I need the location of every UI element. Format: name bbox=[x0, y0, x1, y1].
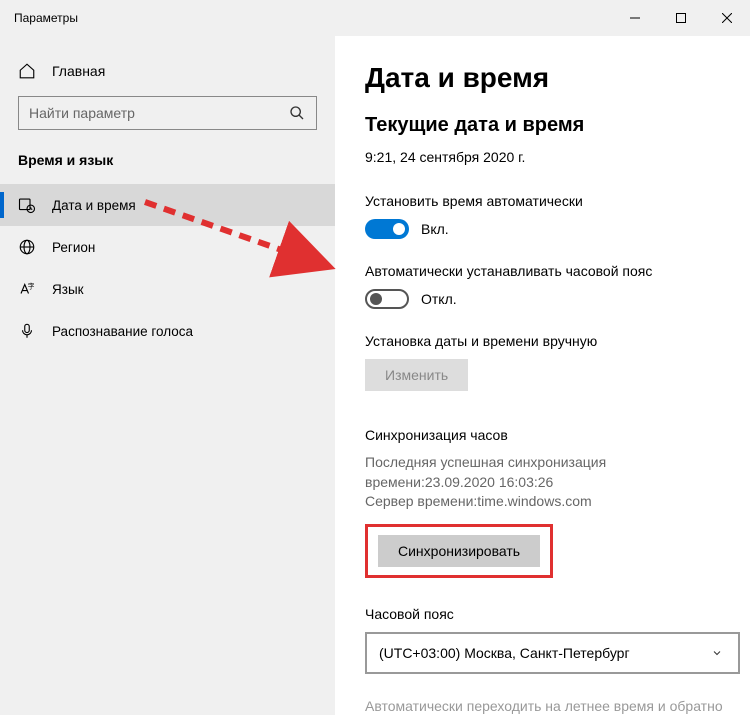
calendar-clock-icon bbox=[18, 196, 36, 214]
svg-text:字: 字 bbox=[28, 281, 35, 290]
sidebar-item-label: Дата и время bbox=[52, 198, 136, 213]
current-datetime-heading: Текущие дата и время bbox=[365, 114, 736, 137]
current-datetime-value: 9:21, 24 сентября 2020 г. bbox=[365, 149, 736, 165]
home-icon bbox=[18, 62, 36, 80]
close-button[interactable] bbox=[704, 0, 750, 36]
sidebar-item-label: Распознавание голоса bbox=[52, 324, 193, 339]
page-title: Дата и время bbox=[365, 62, 736, 94]
sidebar-item-datetime[interactable]: Дата и время bbox=[0, 184, 335, 226]
sidebar-item-language[interactable]: 字 Язык bbox=[0, 268, 335, 310]
sync-heading: Синхронизация часов bbox=[365, 427, 736, 443]
timezone-heading: Часовой пояс bbox=[365, 606, 736, 622]
sidebar-item-speech[interactable]: Распознавание голоса bbox=[0, 310, 335, 352]
microphone-icon bbox=[18, 322, 36, 340]
auto-tz-label: Автоматически устанавливать часовой пояс bbox=[365, 263, 736, 279]
main-content: Дата и время Текущие дата и время 9:21, … bbox=[335, 36, 750, 715]
auto-time-label: Установить время автоматически bbox=[365, 193, 736, 209]
globe-icon bbox=[18, 238, 36, 256]
search-placeholder: Найти параметр bbox=[29, 105, 135, 121]
titlebar: Параметры bbox=[0, 0, 750, 36]
auto-tz-state: Откл. bbox=[421, 291, 457, 307]
chevron-down-icon bbox=[708, 644, 726, 662]
sidebar-item-region[interactable]: Регион bbox=[0, 226, 335, 268]
maximize-button[interactable] bbox=[658, 0, 704, 36]
auto-time-toggle[interactable] bbox=[365, 219, 409, 239]
sidebar: Главная Найти параметр Время и язык Дата… bbox=[0, 36, 335, 715]
minimize-button[interactable] bbox=[612, 0, 658, 36]
search-input[interactable]: Найти параметр bbox=[18, 96, 317, 130]
change-button: Изменить bbox=[365, 359, 468, 391]
window-title: Параметры bbox=[14, 11, 78, 25]
window-controls bbox=[612, 0, 750, 36]
sync-button-highlight: Синхронизировать bbox=[365, 524, 553, 578]
manual-datetime-label: Установка даты и времени вручную bbox=[365, 333, 736, 349]
dst-label: Автоматически переходить на летнее время… bbox=[365, 698, 736, 714]
sidebar-item-label: Регион bbox=[52, 240, 95, 255]
sync-info: Последняя успешная синхронизация времени… bbox=[365, 453, 736, 512]
auto-tz-toggle[interactable] bbox=[365, 289, 409, 309]
home-link[interactable]: Главная bbox=[0, 54, 335, 96]
search-icon bbox=[288, 104, 306, 122]
timezone-select[interactable]: (UTC+03:00) Москва, Санкт-Петербург bbox=[365, 632, 740, 674]
sidebar-section-title: Время и язык bbox=[0, 152, 335, 184]
language-icon: 字 bbox=[18, 280, 36, 298]
sync-button[interactable]: Синхронизировать bbox=[378, 535, 540, 567]
sidebar-nav: Дата и время Регион 字 Язык Распознавание… bbox=[0, 184, 335, 352]
sidebar-item-label: Язык bbox=[52, 282, 84, 297]
timezone-value: (UTC+03:00) Москва, Санкт-Петербург bbox=[379, 645, 630, 661]
auto-time-state: Вкл. bbox=[421, 221, 449, 237]
home-label: Главная bbox=[52, 63, 105, 79]
